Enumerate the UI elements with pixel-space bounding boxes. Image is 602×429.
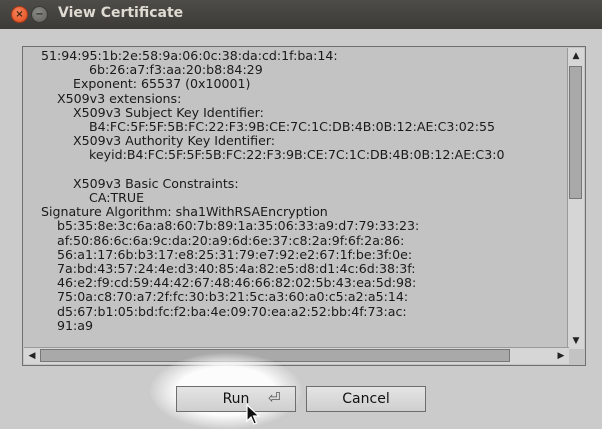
vertical-scroll-thumb[interactable]	[569, 66, 582, 199]
minimize-window-icon[interactable]: −	[31, 6, 48, 23]
vertical-scrollbar[interactable]: ▲ ▼	[567, 48, 584, 349]
horizontal-scrollbar[interactable]: ◀ ▶	[24, 347, 569, 364]
close-window-icon[interactable]: ×	[11, 6, 28, 23]
enter-key-icon: ⏎	[268, 389, 281, 407]
scroll-left-arrow-icon[interactable]: ◀	[24, 348, 40, 364]
certificate-text-panel: 51:94:95:1b:2e:58:9a:06:0c:38:da:cd:1f:b…	[22, 46, 586, 366]
scroll-up-arrow-icon[interactable]: ▲	[568, 48, 584, 64]
scroll-right-arrow-icon[interactable]: ▶	[553, 348, 569, 364]
window-title: View Certificate	[58, 5, 184, 21]
scroll-down-arrow-icon[interactable]: ▼	[568, 333, 584, 349]
mouse-pointer-icon	[246, 404, 260, 425]
certificate-text: 51:94:95:1b:2e:58:9a:06:0c:38:da:cd:1f:b…	[41, 49, 505, 333]
cancel-button[interactable]: Cancel	[306, 386, 426, 412]
horizontal-scroll-thumb[interactable]	[40, 349, 510, 362]
title-bar: × − View Certificate	[0, 0, 602, 29]
